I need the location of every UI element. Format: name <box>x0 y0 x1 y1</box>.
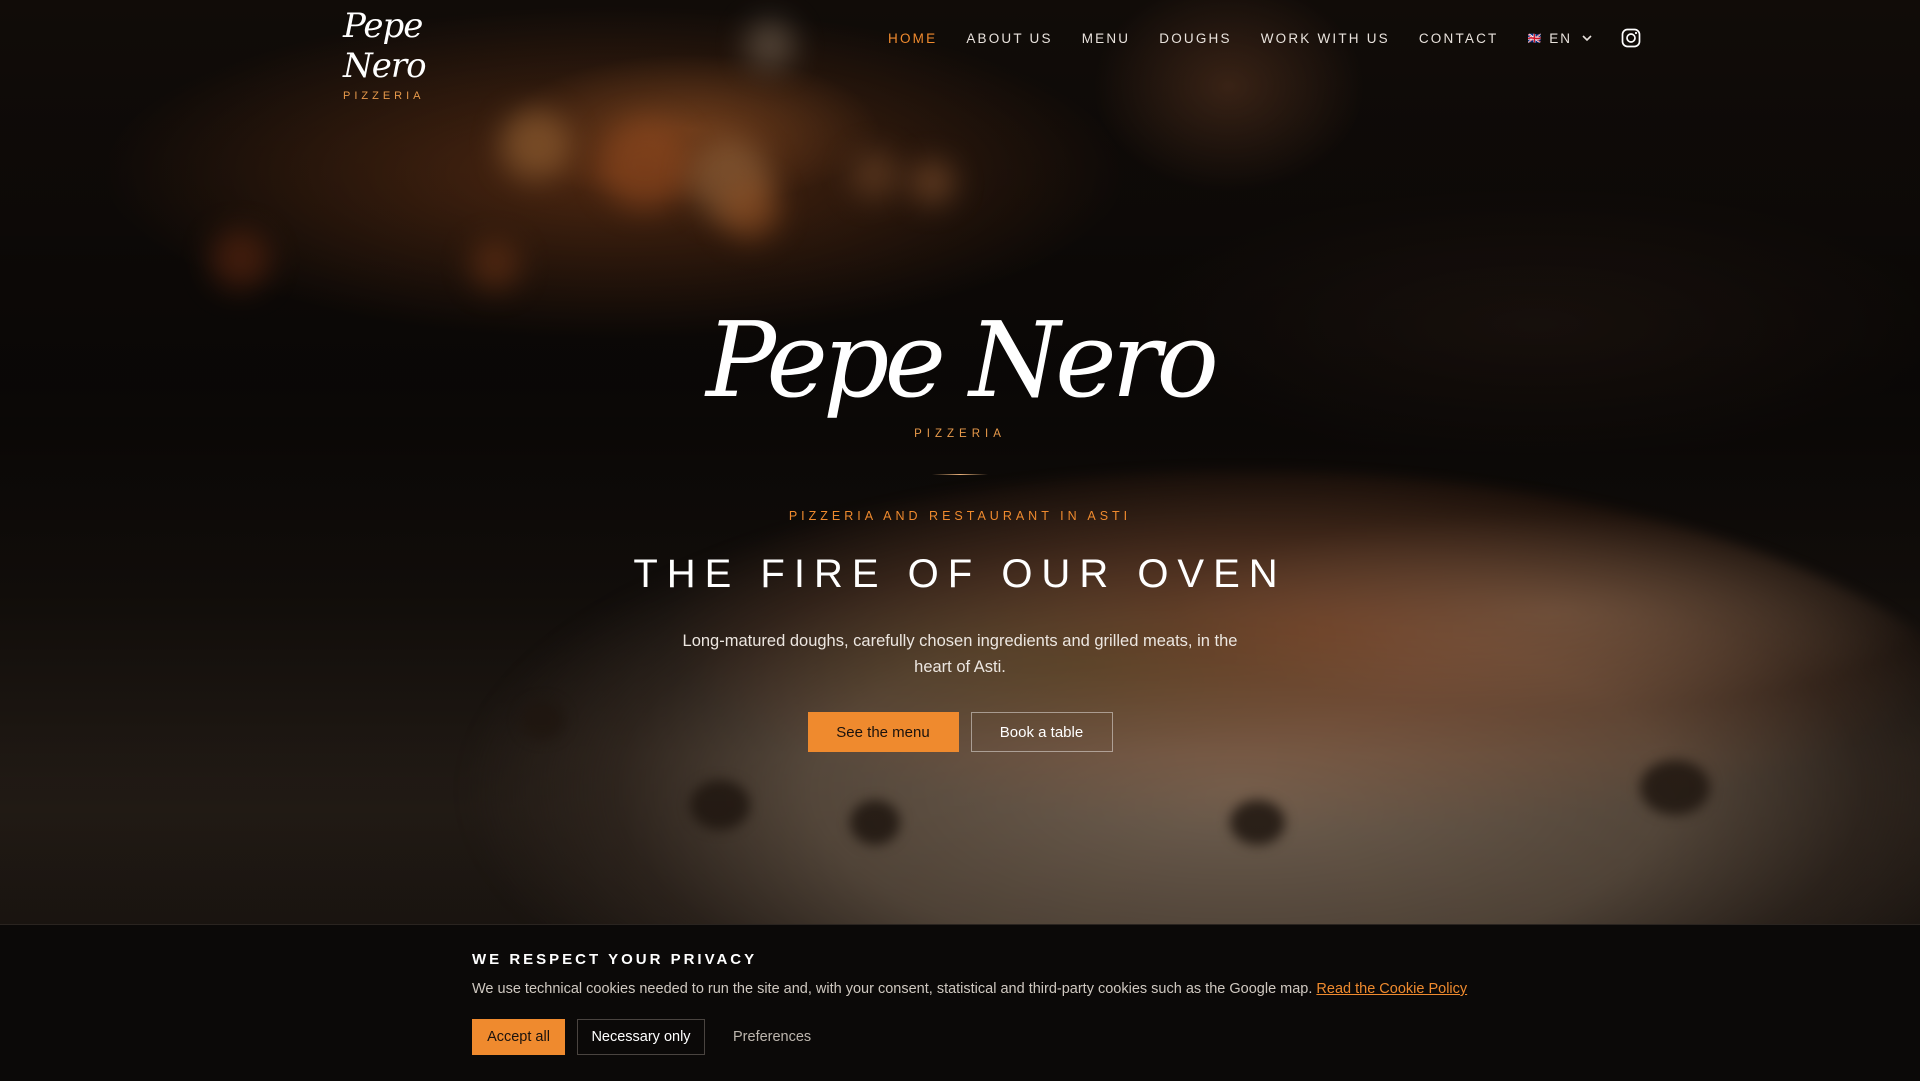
cookie-text: We use technical cookies needed to run t… <box>472 981 1317 997</box>
hero-eyebrow: PIZZERIA AND RESTAURANT IN ASTI <box>788 509 1132 523</box>
see-menu-button[interactable]: See the menu <box>807 712 959 752</box>
book-table-button[interactable]: Book a table <box>970 712 1113 752</box>
cookie-policy-link[interactable]: Read the Cookie Policy <box>1316 981 1467 997</box>
hero-buttons: See the menu Book a table <box>0 712 1920 752</box>
hero-tagline: Long-matured doughs, carefully chosen in… <box>682 632 1238 676</box>
hero-divider <box>932 474 988 475</box>
hero-section: Pepe Nero PIZZERIA PIZZERIA AND RESTAURA… <box>0 0 1920 925</box>
hero-headline: THE FIRE OF OUR OVEN <box>633 552 1287 596</box>
hero-logo: Pepe Nero <box>706 299 1219 421</box>
preferences-button[interactable]: Preferences <box>721 1019 823 1055</box>
cookie-banner: WE RESPECT YOUR PRIVACY We use technical… <box>0 924 1920 1081</box>
hero-logo-subtitle: PIZZERIA <box>914 428 1006 440</box>
cookie-title: WE RESPECT YOUR PRIVACY <box>472 951 758 968</box>
necessary-only-button[interactable]: Necessary only <box>577 1019 705 1055</box>
accept-all-button[interactable]: Accept all <box>472 1019 565 1055</box>
cookie-text-container: We use technical cookies needed to run t… <box>472 981 1472 997</box>
cookie-buttons: Accept all Necessary only Preferences <box>472 1019 1472 1055</box>
